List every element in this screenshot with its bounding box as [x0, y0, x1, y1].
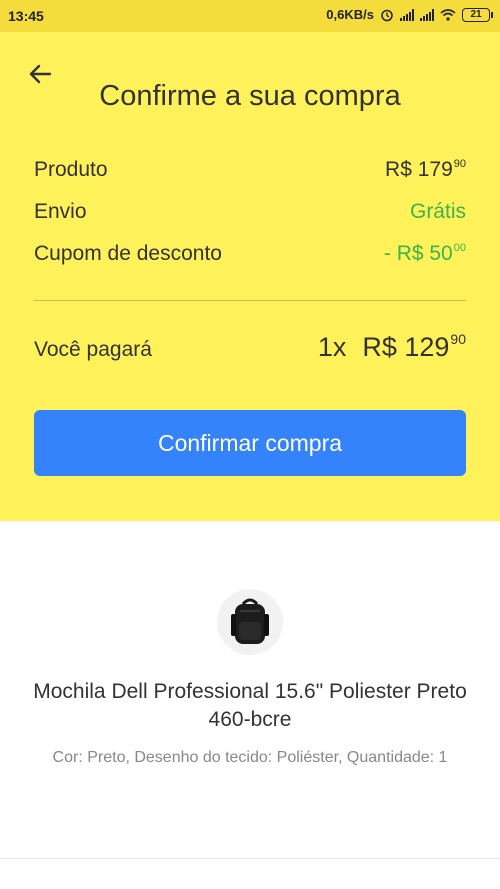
product-thumbnail	[217, 589, 283, 655]
bottom-divider	[0, 858, 500, 859]
wifi-icon	[440, 8, 456, 21]
alarm-icon	[381, 9, 393, 21]
total-price: 1x R$ 12990	[317, 331, 466, 362]
coupon-value: - R$ 5000	[383, 242, 466, 265]
page-title: Confirme a sua compra	[99, 80, 401, 112]
divider	[34, 300, 466, 301]
battery-icon: 21	[462, 7, 493, 22]
status-time: 13:45	[8, 8, 44, 24]
total-label: Você pagará	[34, 338, 152, 361]
product-row: Produto R$ 17990	[34, 158, 466, 182]
network-speed: 0,6KB/s	[326, 7, 374, 22]
confirm-panel: Confirme a sua compra Produto R$ 17990 E…	[0, 32, 500, 521]
signal-icon-2	[420, 8, 434, 21]
product-label: Produto	[34, 158, 108, 181]
status-icons: 0,6KB/s 21	[326, 7, 493, 22]
shipping-label: Envio	[34, 200, 87, 223]
product-price: R$ 17990	[385, 158, 466, 181]
installments: 1x	[317, 332, 347, 362]
shipping-value: Grátis	[409, 200, 466, 223]
status-bar: 13:45 0,6KB/s 21	[0, 0, 500, 32]
product-name: Mochila Dell Professional 15.6" Polieste…	[33, 680, 467, 731]
signal-icon	[400, 8, 414, 21]
confirm-purchase-button[interactable]: Confirmar compra	[34, 410, 466, 476]
coupon-row: Cupom de desconto - R$ 5000	[34, 242, 466, 266]
backpack-icon	[231, 598, 269, 644]
shipping-row: Envio Grátis	[34, 200, 466, 224]
coupon-label: Cupom de desconto	[34, 242, 222, 265]
product-attributes: Cor: Preto, Desenho do tecido: Poliéster…	[52, 749, 448, 766]
